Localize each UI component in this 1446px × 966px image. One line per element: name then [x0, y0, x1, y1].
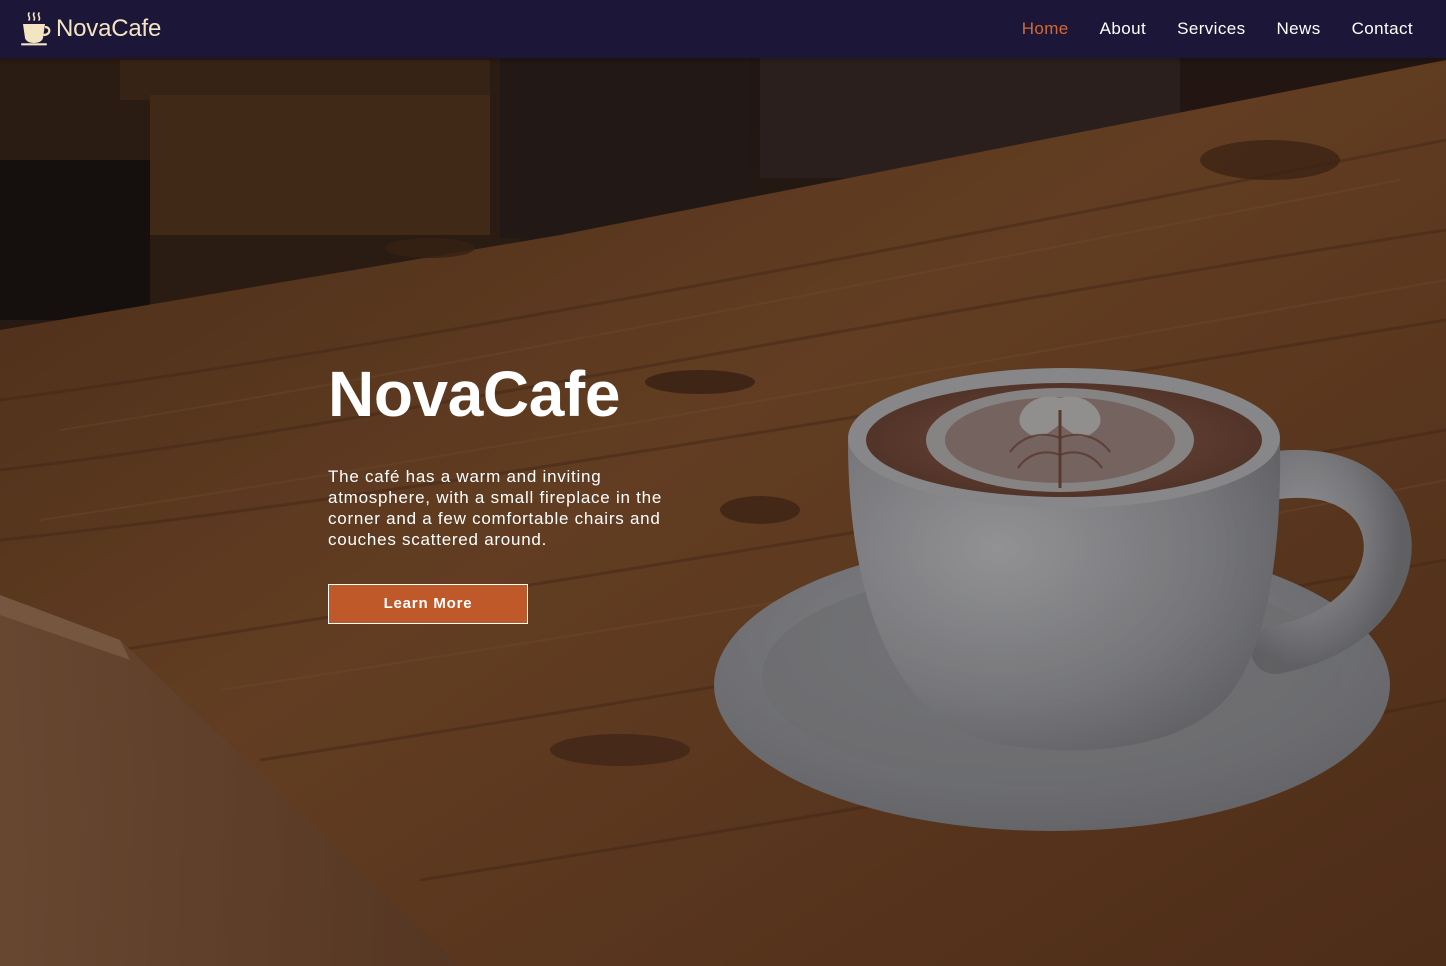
hero-content: NovaCafe The café has a warm and invitin… — [328, 352, 708, 624]
hero-section: NovaCafe The café has a warm and invitin… — [0, 0, 1446, 966]
hero-background-image — [0, 0, 1446, 966]
main-navigation: Home About Services News Contact — [991, 0, 1413, 58]
brand-name: NovaCafe — [56, 15, 162, 42]
hero-description: The café has a warm and inviting atmosph… — [328, 467, 663, 549]
nav-link-news[interactable]: News — [1277, 0, 1321, 58]
brand-logo-link[interactable]: NovaCafe — [20, 12, 161, 46]
top-navbar: NovaCafe Home About Services News Contac… — [0, 0, 1446, 58]
coffee-cup-icon — [21, 12, 51, 46]
nav-link-contact[interactable]: Contact — [1352, 0, 1413, 58]
nav-link-services[interactable]: Services — [1177, 0, 1245, 58]
learn-more-button[interactable]: Learn More — [328, 584, 528, 624]
nav-link-about[interactable]: About — [1100, 0, 1146, 58]
nav-link-home[interactable]: Home — [1022, 0, 1069, 58]
hero-title: NovaCafe — [328, 358, 621, 430]
page: NovaCafe The café has a warm and invitin… — [0, 0, 1446, 966]
